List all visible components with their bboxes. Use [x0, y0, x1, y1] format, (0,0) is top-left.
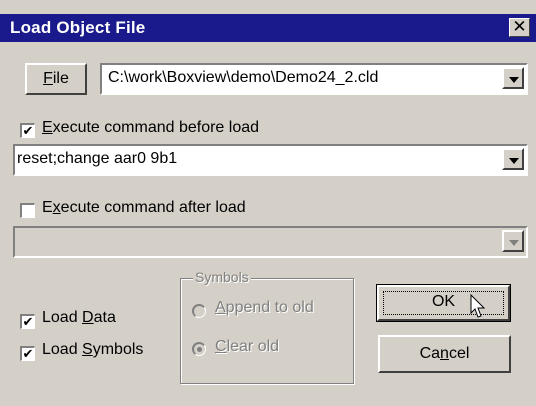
file-button[interactable]: File [25, 63, 87, 95]
file-path-value: C:\work\Boxview\demo\Demo24_2.cld [108, 69, 379, 86]
title-bar[interactable]: Load Object File ✕ [0, 14, 536, 42]
chevron-down-icon [509, 77, 519, 83]
append-to-old-label: Append to old [215, 299, 314, 316]
before-command-dropdown-button[interactable] [502, 148, 524, 170]
radio-selected-dot [197, 347, 202, 352]
mouse-cursor-icon [470, 294, 486, 318]
exec-before-label[interactable]: Execute command before load [42, 119, 259, 137]
close-icon: ✕ [512, 17, 527, 36]
clear-old-label: Clear old [215, 338, 280, 355]
symbols-group-title: Symbols [193, 269, 251, 285]
cancel-button[interactable]: Cancel [378, 335, 511, 373]
chevron-down-icon [509, 158, 519, 164]
check-icon: ✔ [22, 314, 34, 329]
check-icon: ✔ [22, 346, 34, 361]
check-icon: ✔ [22, 123, 34, 138]
dialog-title: Load Object File [10, 18, 146, 37]
exec-after-label[interactable]: Execute command after load [42, 199, 246, 217]
file-path-combo[interactable]: C:\work\Boxview\demo\Demo24_2.cld [100, 63, 528, 95]
load-object-file-dialog: Load Object File ✕ File C:\work\Boxview\… [0, 0, 536, 406]
symbols-group: Symbols Append to old Clear old [180, 269, 354, 384]
load-data-label[interactable]: Load Data [42, 309, 116, 327]
clear-old-radio [192, 342, 206, 356]
before-command-value: reset;change aar0 9b1 [17, 150, 178, 167]
close-button[interactable]: ✕ [509, 18, 530, 37]
after-command-combo [13, 226, 528, 258]
load-symbols-label[interactable]: Load Symbols [42, 341, 143, 359]
ok-button[interactable]: OK [376, 284, 511, 322]
append-to-old-radio [192, 304, 206, 318]
after-command-dropdown-button [502, 230, 524, 252]
load-symbols-checkbox[interactable]: ✔ [20, 346, 35, 361]
load-data-checkbox[interactable]: ✔ [20, 314, 35, 329]
chevron-down-icon [509, 240, 519, 246]
before-command-combo[interactable]: reset;change aar0 9b1 [13, 144, 528, 176]
exec-after-checkbox[interactable] [20, 203, 35, 218]
file-path-dropdown-button[interactable] [502, 67, 524, 89]
exec-before-checkbox[interactable]: ✔ [20, 123, 35, 138]
